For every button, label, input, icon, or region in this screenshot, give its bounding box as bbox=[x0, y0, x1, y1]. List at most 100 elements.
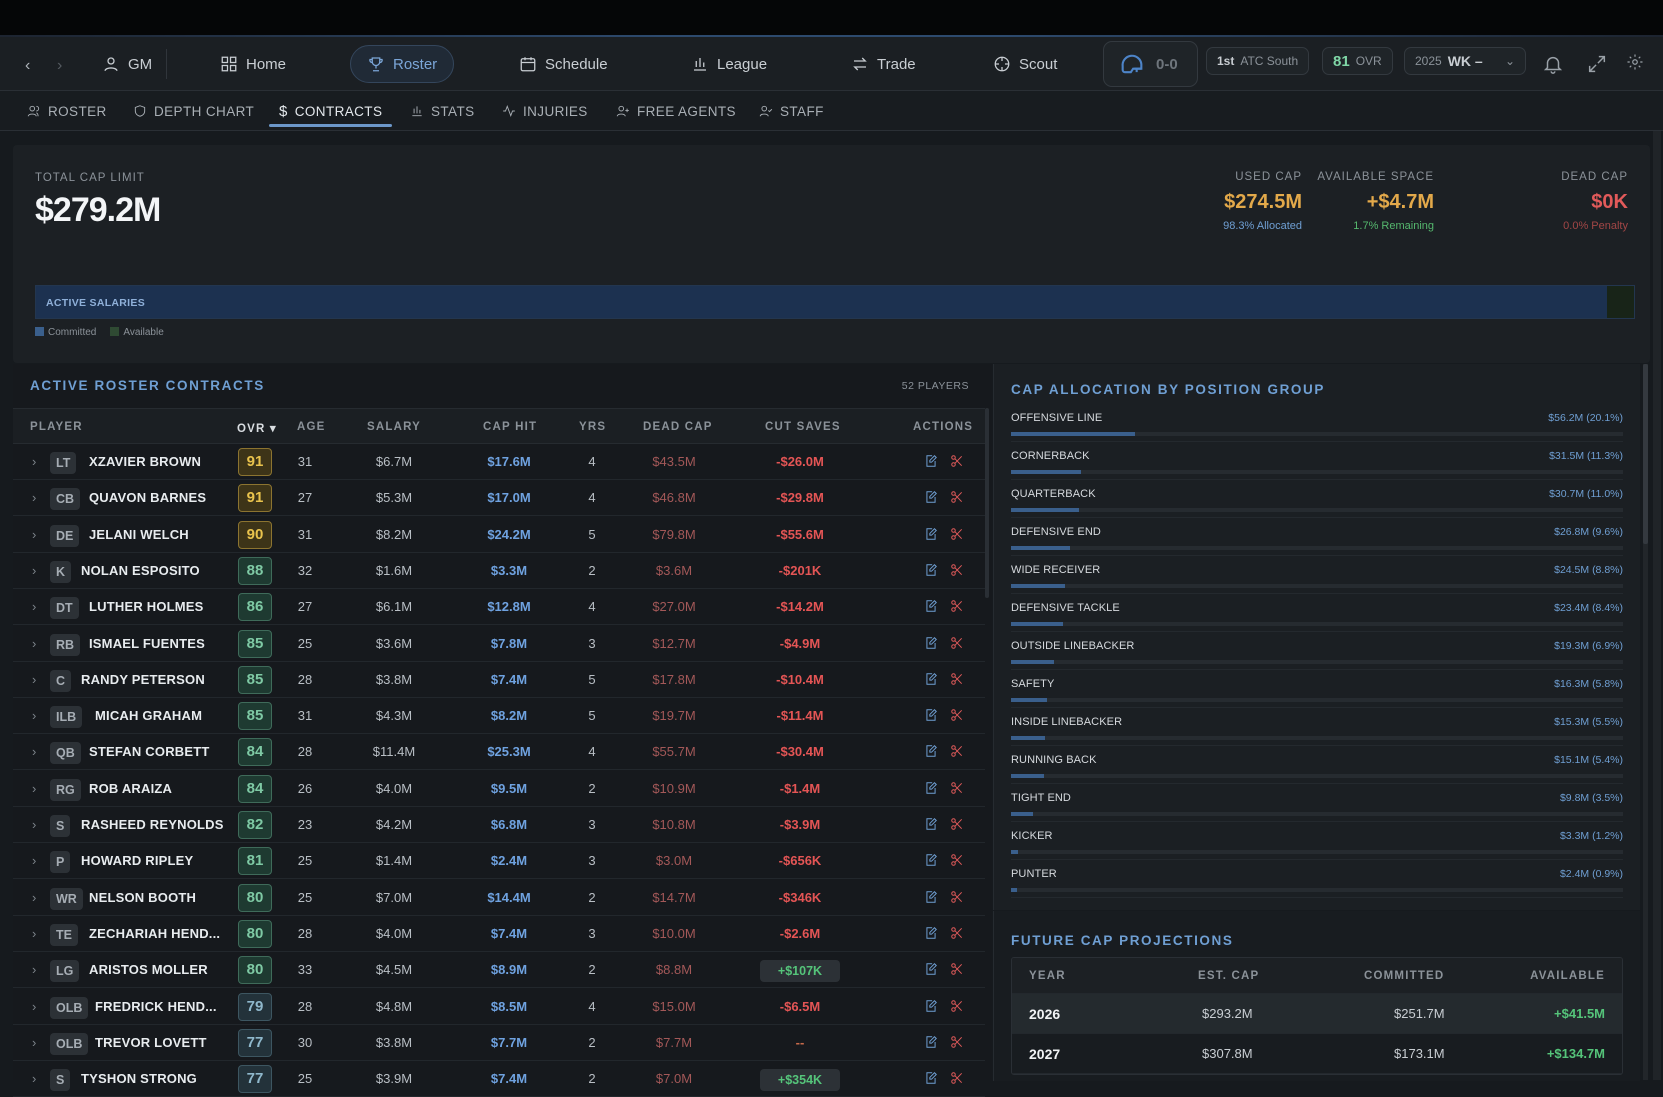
expand-chevron-icon[interactable]: › bbox=[32, 926, 36, 941]
scissors-icon[interactable] bbox=[950, 708, 964, 725]
bell-icon[interactable] bbox=[1542, 53, 1564, 75]
expand-chevron-icon[interactable]: › bbox=[32, 563, 36, 578]
edit-icon[interactable] bbox=[924, 563, 938, 580]
player-name[interactable]: NELSON BOOTH bbox=[89, 890, 196, 905]
scissors-icon[interactable] bbox=[950, 672, 964, 689]
col-salary[interactable]: SALARY bbox=[367, 421, 421, 433]
table-row[interactable]: › TE ZECHARIAH HEND... 80 28 $4.0M $7.4M 3 $10.0… bbox=[13, 916, 985, 952]
nav-scout[interactable]: Scout bbox=[977, 45, 1073, 83]
gm-button[interactable]: GM bbox=[86, 45, 168, 83]
edit-icon[interactable] bbox=[924, 781, 938, 798]
table-row[interactable]: › LG ARISTOS MOLLER 80 33 $4.5M $8.9M 2 $8.8M +$1… bbox=[13, 952, 985, 989]
team-record[interactable]: 0-0 bbox=[1103, 41, 1198, 87]
scissors-icon[interactable] bbox=[950, 817, 964, 834]
edit-icon[interactable] bbox=[924, 672, 938, 689]
expand-chevron-icon[interactable]: › bbox=[32, 817, 36, 832]
player-name[interactable]: HOWARD RIPLEY bbox=[81, 853, 193, 868]
col-cut-saves[interactable]: CUT SAVES bbox=[765, 421, 841, 433]
table-row[interactable]: › S TYSHON STRONG 77 25 $3.9M $7.4M 2 $7.0M +$354… bbox=[13, 1061, 985, 1097]
player-name[interactable]: JELANI WELCH bbox=[89, 527, 189, 542]
expand-icon[interactable] bbox=[1586, 53, 1608, 75]
table-row[interactable]: › P HOWARD RIPLEY 81 25 $1.4M $2.4M 3 $3.0M -$656… bbox=[13, 843, 985, 880]
col-dead-cap[interactable]: DEAD CAP bbox=[643, 421, 713, 433]
right-panel-scrollbar[interactable] bbox=[1643, 364, 1648, 1080]
nav-home[interactable]: Home bbox=[204, 45, 302, 83]
player-name[interactable]: NOLAN ESPOSITO bbox=[81, 563, 200, 578]
nav-schedule[interactable]: Schedule bbox=[503, 45, 624, 83]
player-name[interactable]: RANDY PETERSON bbox=[81, 672, 205, 687]
expand-chevron-icon[interactable]: › bbox=[32, 744, 36, 759]
back-arrow-icon[interactable]: ‹ bbox=[25, 57, 30, 75]
col-yrs[interactable]: YRS bbox=[579, 421, 606, 433]
player-name[interactable]: STEFAN CORBETT bbox=[89, 744, 210, 759]
expand-chevron-icon[interactable]: › bbox=[32, 853, 36, 868]
table-row[interactable]: › OLB FREDRICK HEND... 79 28 $4.8M $8.5M 4 $15.0… bbox=[13, 989, 985, 1025]
edit-icon[interactable] bbox=[924, 527, 938, 544]
table-row[interactable]: › ILB MICAH GRAHAM 85 31 $4.3M $8.2M 5 $19.7M -$1… bbox=[13, 698, 985, 735]
table-row[interactable]: › CB QUAVON BARNES 91 27 $5.3M $17.0M 4 $46.8M -$… bbox=[13, 480, 985, 517]
edit-icon[interactable] bbox=[924, 817, 938, 834]
expand-chevron-icon[interactable]: › bbox=[32, 999, 36, 1014]
expand-chevron-icon[interactable]: › bbox=[32, 1035, 36, 1050]
scissors-icon[interactable] bbox=[950, 527, 964, 544]
edit-icon[interactable] bbox=[924, 890, 938, 907]
player-name[interactable]: ROB ARAIZA bbox=[89, 781, 172, 796]
table-row[interactable]: › DT LUTHER HOLMES 86 27 $6.1M $12.8M 4 $27.0M -$… bbox=[13, 589, 985, 626]
tab-injuries[interactable]: INJURIES bbox=[502, 91, 588, 131]
player-name[interactable]: ZECHARIAH HEND... bbox=[89, 926, 220, 941]
expand-chevron-icon[interactable]: › bbox=[32, 781, 36, 796]
nav-trade[interactable]: Trade bbox=[835, 45, 932, 83]
scissors-icon[interactable] bbox=[950, 744, 964, 761]
scissors-icon[interactable] bbox=[950, 926, 964, 943]
tab-roster[interactable]: ROSTER bbox=[27, 91, 107, 131]
col-ovr-sorted[interactable]: OVR ▾ bbox=[237, 421, 277, 435]
expand-chevron-icon[interactable]: › bbox=[32, 527, 36, 542]
division-standing[interactable]: 1st ATC South bbox=[1206, 47, 1310, 75]
edit-icon[interactable] bbox=[924, 744, 938, 761]
edit-icon[interactable] bbox=[924, 708, 938, 725]
gear-icon[interactable] bbox=[1626, 53, 1644, 75]
expand-chevron-icon[interactable]: › bbox=[32, 890, 36, 905]
edit-icon[interactable] bbox=[924, 599, 938, 616]
scissors-icon[interactable] bbox=[950, 599, 964, 616]
expand-chevron-icon[interactable]: › bbox=[32, 1071, 36, 1086]
table-row[interactable]: › QB STEFAN CORBETT 84 28 $11.4M $25.3M 4 $55.7M… bbox=[13, 734, 985, 771]
player-name[interactable]: XZAVIER BROWN bbox=[89, 454, 201, 469]
scissors-icon[interactable] bbox=[950, 962, 964, 979]
scissors-icon[interactable] bbox=[950, 781, 964, 798]
expand-chevron-icon[interactable]: › bbox=[32, 636, 36, 651]
table-row[interactable]: › LT XZAVIER BROWN 91 31 $6.7M $17.6M 4 $43.5M -$… bbox=[13, 444, 985, 480]
player-name[interactable]: ARISTOS MOLLER bbox=[89, 962, 208, 977]
edit-icon[interactable] bbox=[924, 490, 938, 507]
tab-staff[interactable]: STAFF bbox=[759, 91, 824, 131]
expand-chevron-icon[interactable]: › bbox=[32, 672, 36, 687]
table-row[interactable]: › DE JELANI WELCH 90 31 $8.2M $24.2M 5 $79.8M -$5… bbox=[13, 517, 985, 553]
nav-league[interactable]: League bbox=[675, 45, 783, 83]
forward-arrow-icon[interactable]: › bbox=[57, 57, 62, 75]
roster-scrollbar[interactable] bbox=[985, 408, 989, 598]
player-name[interactable]: MICAH GRAHAM bbox=[95, 708, 202, 723]
table-row[interactable]: › RB ISMAEL FUENTES 85 25 $3.6M $7.8M 3 $12.7M -$… bbox=[13, 626, 985, 662]
player-name[interactable]: FREDRICK HEND... bbox=[95, 999, 217, 1014]
tab-free-agents[interactable]: FREE AGENTS bbox=[616, 91, 736, 131]
scissors-icon[interactable] bbox=[950, 1035, 964, 1052]
scissors-icon[interactable] bbox=[950, 853, 964, 870]
col-cap-hit[interactable]: CAP HIT bbox=[483, 421, 537, 433]
expand-chevron-icon[interactable]: › bbox=[32, 962, 36, 977]
expand-chevron-icon[interactable]: › bbox=[32, 599, 36, 614]
expand-chevron-icon[interactable]: › bbox=[32, 490, 36, 505]
tab-contracts[interactable]: $ CONTRACTS bbox=[268, 91, 393, 131]
edit-icon[interactable] bbox=[924, 999, 938, 1016]
edit-icon[interactable] bbox=[924, 1035, 938, 1052]
edit-icon[interactable] bbox=[924, 454, 938, 471]
expand-chevron-icon[interactable]: › bbox=[32, 708, 36, 723]
table-row[interactable]: › K NOLAN ESPOSITO 88 32 $1.6M $3.3M 2 $3.6M -$20… bbox=[13, 553, 985, 589]
expand-chevron-icon[interactable]: › bbox=[32, 454, 36, 469]
table-row[interactable]: › WR NELSON BOOTH 80 25 $7.0M $14.4M 2 $14.7M -$3… bbox=[13, 880, 985, 916]
table-row[interactable]: › RG ROB ARAIZA 84 26 $4.0M $9.5M 2 $10.9M -$1.4M bbox=[13, 771, 985, 807]
page-scrollbar[interactable] bbox=[1653, 131, 1661, 1080]
team-ovr-badge[interactable]: 81 OVR bbox=[1322, 47, 1393, 75]
player-name[interactable]: QUAVON BARNES bbox=[89, 490, 206, 505]
player-name[interactable]: LUTHER HOLMES bbox=[89, 599, 204, 614]
tab-depth-chart[interactable]: DEPTH CHART bbox=[133, 91, 254, 131]
